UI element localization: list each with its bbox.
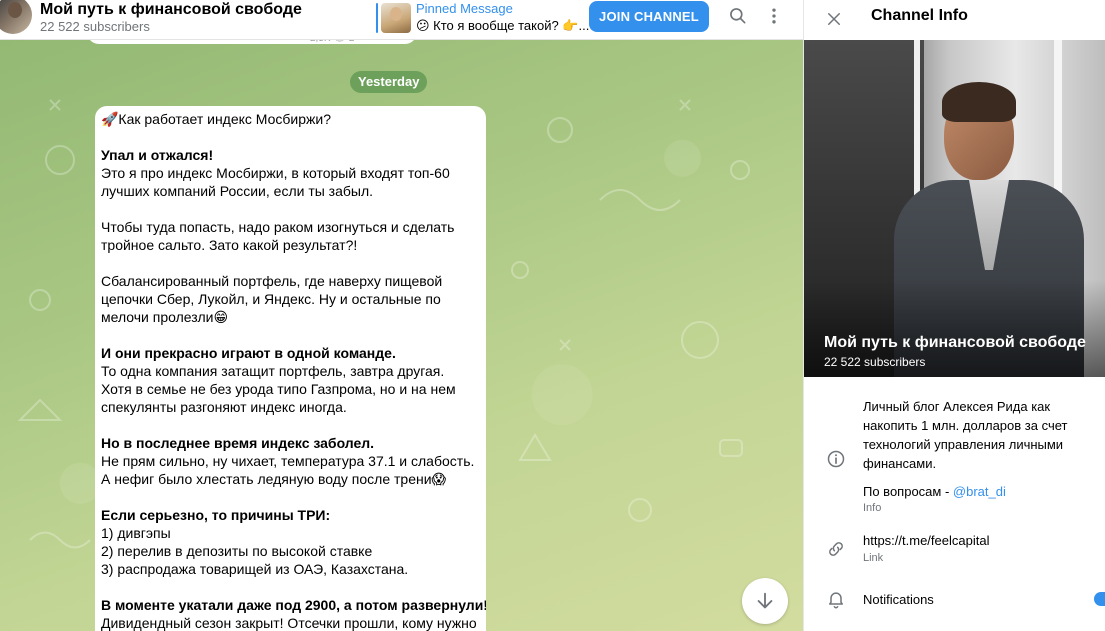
message-text: Если серьезно, то причины ТРИ: [101,506,480,524]
info-row: Личный блог Алексея Рида как накопить 1 … [804,377,1105,517]
message-text: Это я про индекс Мосбиржи, в который вхо… [101,165,450,181]
close-icon [828,13,840,25]
message-bold: И они прекрасно играют в одной команде. [101,345,396,361]
notifications-toggle[interactable] [1094,592,1105,606]
message-text: 3) распродажа товарищей из ОАЭ, Казахста… [101,561,409,577]
channel-avatar[interactable] [0,0,32,34]
subscriber-count: 22 522 subscribers [40,19,150,34]
message-text: А нефиг было хлестать ледяную воду после… [101,471,447,487]
message-text: спекулянты разгоняют индекс иногда. [101,399,347,415]
scroll-down-button[interactable] [742,578,788,624]
arrow-down-icon [757,592,773,609]
pinned-preview: 😕 Кто я вообще такой? 👉... [416,18,590,33]
contact-handle-link[interactable]: @brat_di [953,484,1006,499]
pinned-indicator [376,3,378,33]
message-text: цепочки Сбер, Лукойл, и Яндекс. Ну и ост… [101,291,441,307]
notifications-row[interactable]: Notifications [804,581,1105,621]
message-text: То одна компания затащит портфель, завтр… [101,363,445,379]
channel-cover-photo[interactable]: Мой путь к финансовой свободе 22 522 sub… [804,40,1105,377]
message-bold: В моменте укатали даже под 2900, а потом… [101,597,486,613]
message-bold: Но в последнее время индекс заболел. [101,435,375,451]
close-button[interactable] [822,7,846,31]
message-text: В моменте укатали даже под 2900, а потом… [101,596,486,614]
message-text: тройное сальто. Зато какой результат?! [101,237,358,253]
search-icon [730,8,746,24]
channel-link[interactable]: https://t.me/feelcapital [863,531,989,550]
pinned-title: Pinned Message [416,1,513,16]
message-text: 2) перелив в депозиты по высокой ставке [101,543,373,559]
search-button[interactable] [726,4,750,28]
info-label: Info [863,502,882,514]
description-line: финансами. [863,456,937,471]
channel-title[interactable]: Мой путь к финансовой свободе [40,1,302,19]
join-channel-button[interactable]: JOIN CHANNEL [589,1,709,32]
more-button[interactable] [762,4,786,28]
message-text: Не прям сильно, ну чихает, температура 3… [101,453,475,469]
chat-column: 2,5K 👁 2 Yesterday 🚀Как работает индекс … [0,0,803,631]
message-text: И они прекрасно играют в одной команде. [101,344,480,362]
link-label: Link [863,552,884,564]
pinned-thumbnail [381,3,411,33]
cover-subscriber-count: 22 522 subscribers [824,355,926,369]
chat-header: Мой путь к финансовой свободе 22 522 sub… [0,0,803,40]
description-line: технологий управления личными [863,437,1064,452]
message-text: Упал и отжался! [101,146,480,164]
message-text: мелочи пролезли😁 [101,309,229,325]
date-separator: Yesterday [350,71,428,93]
info-icon [824,447,848,471]
bell-icon [824,587,848,611]
pinned-message[interactable]: Pinned Message 😕 Кто я вообще такой? 👉..… [376,1,589,35]
notifications-label: Notifications [863,592,934,607]
contact-prefix: По вопросам - [863,484,953,499]
message-text: Хотя в семье не без урода типо Газпрома,… [101,381,456,397]
message-title: 🚀Как работает индекс Мосбиржи? [101,111,332,127]
more-vertical-icon [772,8,776,24]
info-header: Channel Info [804,0,1105,40]
description-line: Личный блог Алексея Рида как [863,399,1051,414]
description-line: накопить 1 млн. долларов за счет [863,418,1068,433]
contact-line: По вопросам - @brat_di [863,482,1006,501]
message-text: 1) дивгэпы [101,525,171,541]
link-icon [824,537,848,561]
message-bold: Если серьезно, то причины ТРИ: [101,507,331,523]
message-bubble: 🚀Как работает индекс Мосбиржи? Упал и от… [95,106,486,631]
link-row[interactable]: https://t.me/feelcapital Link [804,525,1105,571]
cover-channel-title: Мой путь к финансовой свободе [824,334,1086,351]
message-text: Дивидендный сезон закрыт! Отсечки прошли… [101,615,477,631]
channel-info-panel: Channel Info Мой путь к финансовой свобо… [803,0,1105,631]
message-bold: Упал и отжался! [101,147,214,163]
message-text: Но в последнее время индекс заболел. [101,434,480,452]
message-text: лучших компаний России, если ты забыл. [101,183,374,199]
message-text: Чтобы туда попасть, надо раком изогнутьс… [101,219,455,235]
message-text: Сбалансированный портфель, где наверху п… [101,273,443,289]
info-title: Channel Info [871,7,968,24]
